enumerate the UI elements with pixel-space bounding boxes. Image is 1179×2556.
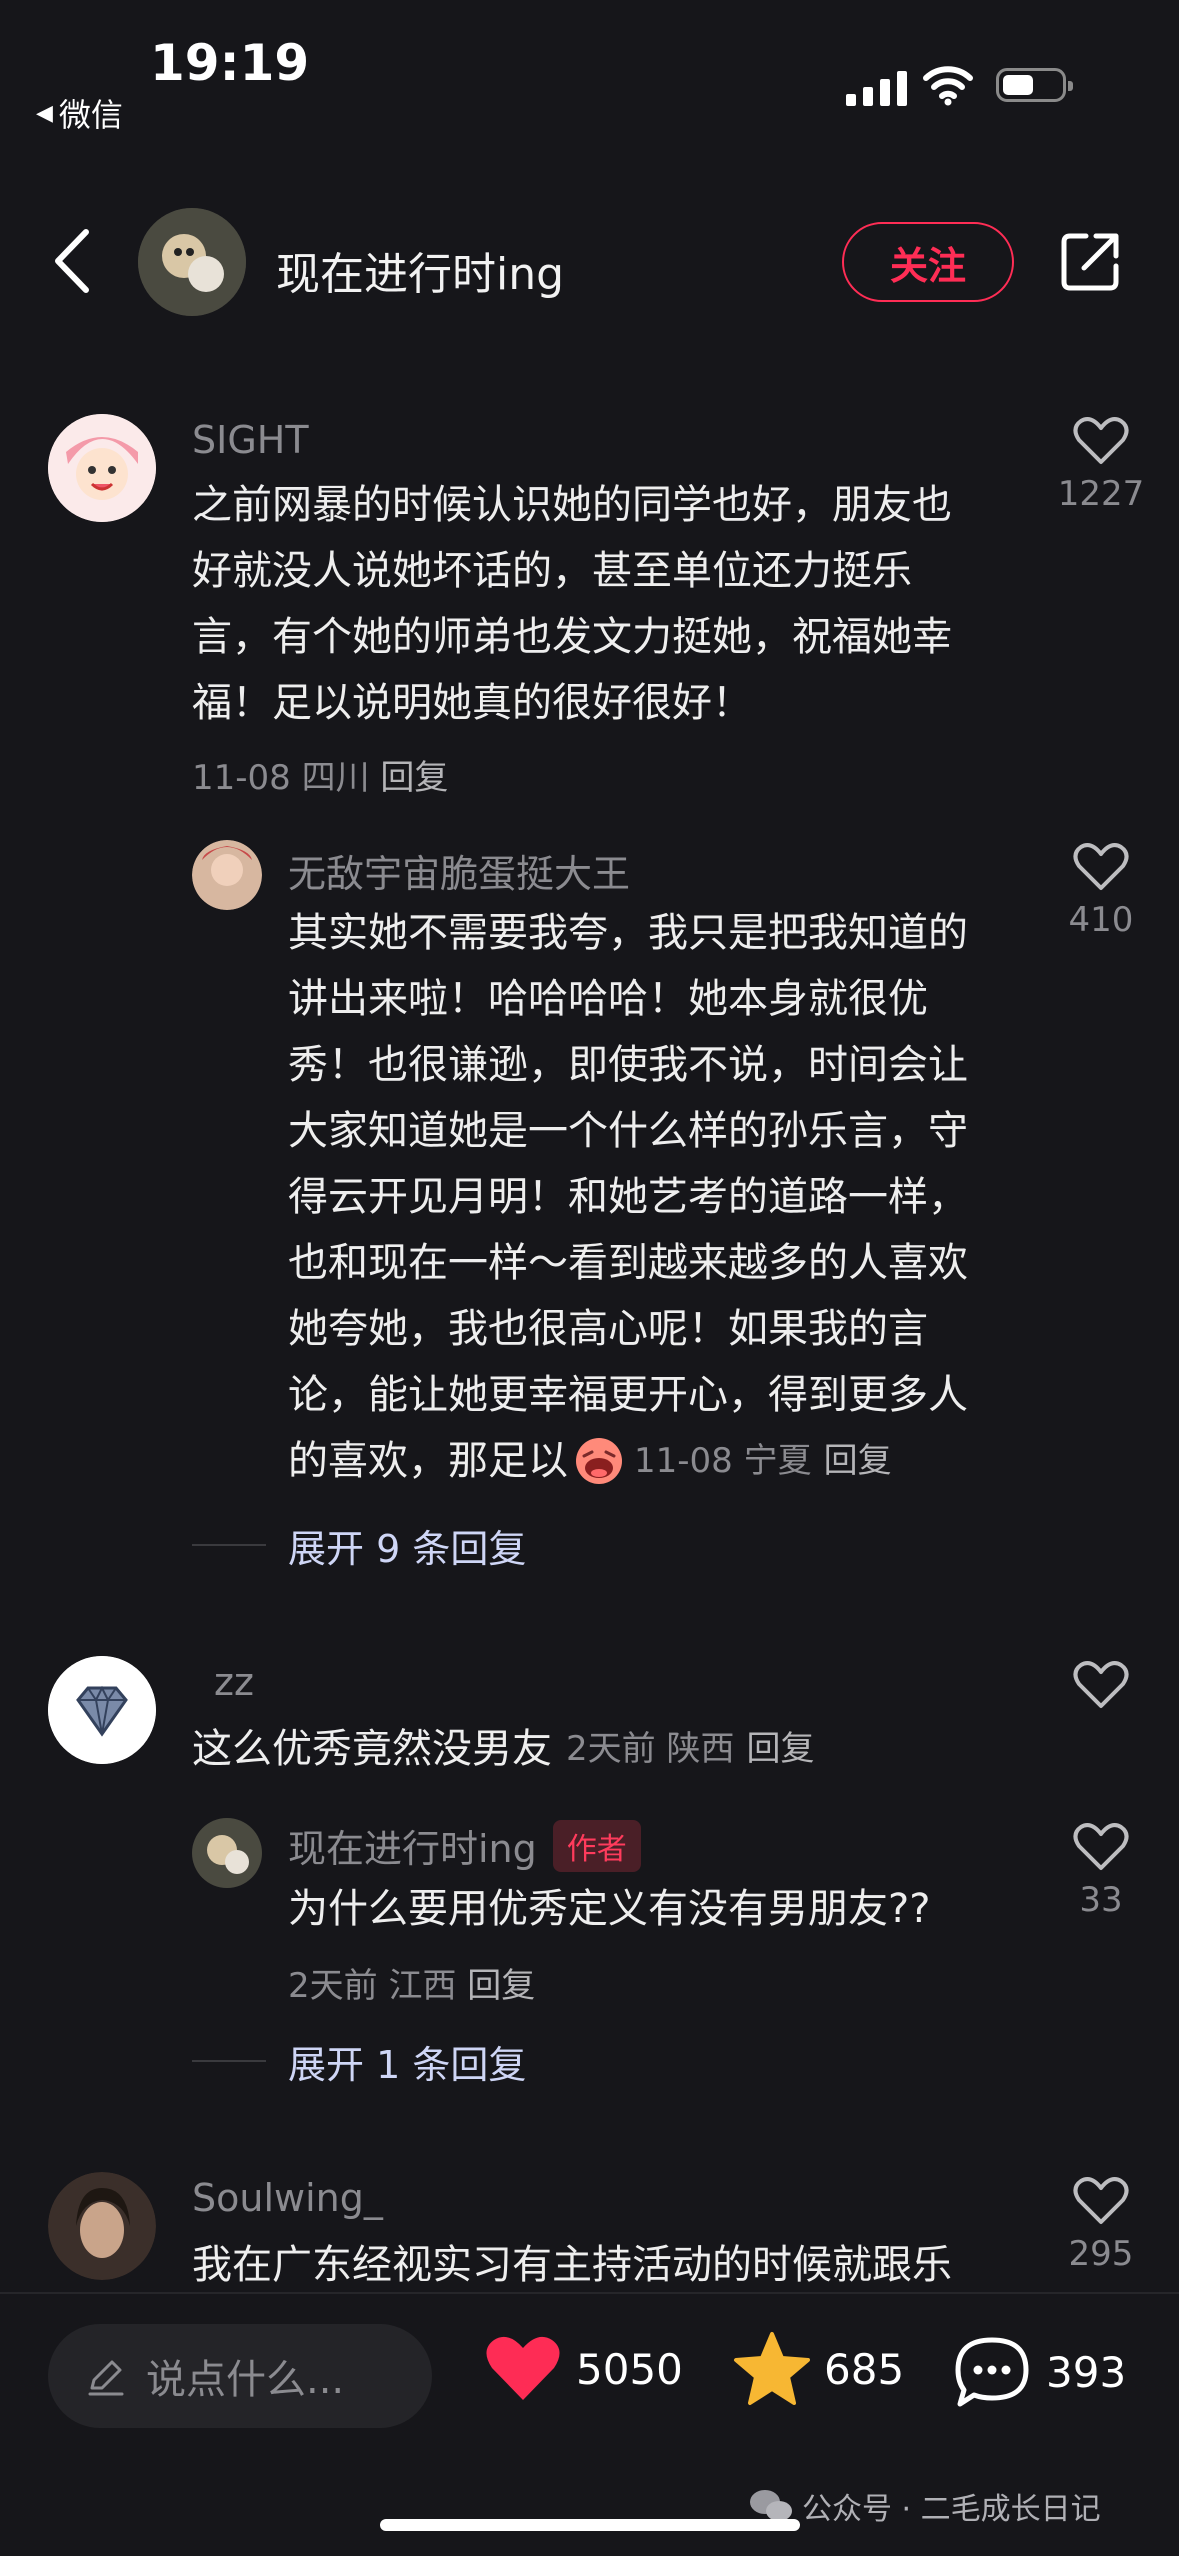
comment-text: 之前网暴的时候认识她的同学也好，朋友也 好就没人说她坏话的，甚至单位还力挺乐 言… [192, 472, 1072, 736]
pencil-icon [88, 2360, 124, 2396]
heart-outline-icon[interactable] [1073, 1660, 1129, 1710]
comment-input[interactable]: 说点什么... [48, 2324, 432, 2428]
divider [192, 1544, 266, 1546]
expand-replies-button[interactable]: 展开 1 条回复 [288, 2034, 526, 2089]
back-arrow-icon[interactable] [52, 228, 92, 294]
reply-link[interactable]: 回复 [746, 1716, 814, 1782]
reply-link[interactable]: 回复 [467, 1966, 535, 2006]
like-stat[interactable]: 5050 [484, 2334, 683, 2404]
comment-username[interactable]: Soulwing_ [192, 2176, 383, 2220]
battery-icon [996, 68, 1073, 102]
avatar[interactable] [48, 2172, 156, 2280]
heart-filled-icon[interactable] [484, 2334, 562, 2404]
comment-line: 的喜欢，那足以 11-08 宁夏 回复 [288, 1428, 1048, 1494]
comment-line: 福！足以说明她真的很好很好！ [192, 680, 752, 726]
expand-replies-button[interactable]: 展开 9 条回复 [288, 1518, 526, 1573]
comment-total: 393 [1046, 2347, 1127, 2397]
favorite-total: 685 [824, 2344, 905, 2394]
comment-line: 她夸她，我也很高心呢！如果我的言 [288, 1306, 928, 1352]
heart-outline-icon[interactable] [1073, 1822, 1129, 1872]
watermark-text: 公众号 · 二毛成长日记 [802, 2492, 1101, 2527]
back-app-label: 微信 [58, 96, 123, 134]
comment-stat[interactable]: 393 [952, 2334, 1126, 2410]
comment-line: 秀！也很谦逊，即使我不说，时间会让 [288, 1042, 968, 1088]
comment-text: 其实她不需要我夸，我只是把我知道的 讲出来啦！哈哈哈哈！她本身就很优 秀！也很谦… [288, 900, 1048, 1494]
wifi-icon [923, 66, 973, 106]
comment-line: 大家知道她是一个什么样的孙乐言，守 [288, 1108, 968, 1154]
comment-like[interactable] [1056, 1660, 1146, 1714]
avatar[interactable] [192, 840, 262, 910]
like-total: 5050 [576, 2344, 683, 2394]
bottom-divider [0, 2292, 1179, 2294]
comment-date-location: 2天前 陕西 [566, 1729, 735, 1769]
comment-text: 我在广东经视实习有主持活动的时候就跟乐 [192, 2242, 952, 2288]
watermark: 公众号 · 二毛成长日记 [748, 2484, 1101, 2528]
author-avatar[interactable] [138, 208, 246, 316]
comment-line: 得云开见月明！和她艺考的道路一样， [288, 1174, 968, 1220]
comment-text: 为什么要用优秀定义有没有男朋友?? [288, 1886, 931, 1932]
back-triangle-icon: ◀ [36, 100, 53, 126]
comment-line: 也和现在一样～看到越来越多的人喜欢 [288, 1240, 968, 1286]
comment-like[interactable]: 410 [1056, 842, 1146, 940]
author-name[interactable]: 现在进行时ing [276, 238, 564, 302]
reply-link[interactable]: 回复 [824, 1428, 892, 1494]
like-count: 410 [1068, 900, 1134, 940]
comment-date-location: 11-08 宁夏 [634, 1441, 812, 1481]
cellular-signal-icon [846, 70, 907, 106]
favorite-stat[interactable]: 685 [732, 2330, 904, 2408]
comment-bubble-icon[interactable] [952, 2334, 1032, 2410]
comment-input-placeholder: 说点什么... [146, 2357, 345, 2403]
star-filled-icon[interactable] [732, 2330, 812, 2408]
divider [192, 2060, 266, 2062]
comment-line: 论，能让她更幸福更开心，得到更多人 [288, 1372, 968, 1418]
comment-line: 好就没人说她坏话的，甚至单位还力挺乐 [192, 548, 912, 594]
comment-date-location: 2天前 江西 [288, 1966, 457, 2006]
avatar[interactable] [192, 1818, 262, 1888]
comment-meta: 11-08 四川 回复 [192, 750, 448, 799]
comment-like[interactable]: 295 [1056, 2176, 1146, 2274]
comment-username[interactable]: SIGHT [192, 418, 309, 462]
back-to-wechat[interactable]: ◀ 微信 [36, 90, 123, 136]
home-indicator[interactable] [380, 2519, 800, 2531]
comment-line: 的喜欢，那足以 [288, 1438, 568, 1484]
share-icon[interactable] [1060, 230, 1122, 292]
comment-username[interactable]: 现在进行时ing [288, 1818, 537, 1873]
like-count: 1227 [1057, 474, 1145, 514]
author-badge: 作者 [552, 1819, 641, 1872]
comment-line: 讲出来啦！哈哈哈哈！她本身就很优 [288, 976, 928, 1022]
reply-header: 现在进行时ing 作者 [288, 1818, 641, 1873]
like-count: 33 [1079, 1880, 1123, 1920]
comment-username[interactable]: 无敌宇宙脆蛋挺大王 [288, 843, 630, 898]
comment-like[interactable]: 33 [1056, 1822, 1146, 1920]
follow-button[interactable]: 关注 [842, 222, 1014, 302]
comment-line: 这么优秀竟然没男友 [192, 1726, 552, 1772]
comment-meta: 2天前 江西 回复 [288, 1958, 535, 2007]
like-count: 295 [1068, 2234, 1134, 2274]
comment-text: 这么优秀竟然没男友 2天前 陕西 回复 [192, 1716, 814, 1782]
comment-line: 其实她不需要我夸，我只是把我知道的 [288, 910, 968, 956]
comment-username[interactable]: zz [214, 1660, 254, 1704]
heart-outline-icon[interactable] [1073, 842, 1129, 892]
comment-date-location: 11-08 四川 [192, 758, 370, 798]
heart-outline-icon[interactable] [1073, 2176, 1129, 2226]
laughing-emoji-icon [576, 1438, 622, 1484]
heart-outline-icon[interactable] [1073, 416, 1129, 466]
avatar[interactable] [48, 1656, 156, 1764]
reply-link[interactable]: 回复 [380, 758, 448, 798]
comment-line: 言，有个她的师弟也发文力挺她，祝福她幸 [192, 614, 952, 660]
status-time: 19:19 [150, 34, 310, 92]
comment-line: 之前网暴的时候认识她的同学也好，朋友也 [192, 482, 952, 528]
avatar[interactable] [48, 414, 156, 522]
comment-like[interactable]: 1227 [1056, 416, 1146, 514]
